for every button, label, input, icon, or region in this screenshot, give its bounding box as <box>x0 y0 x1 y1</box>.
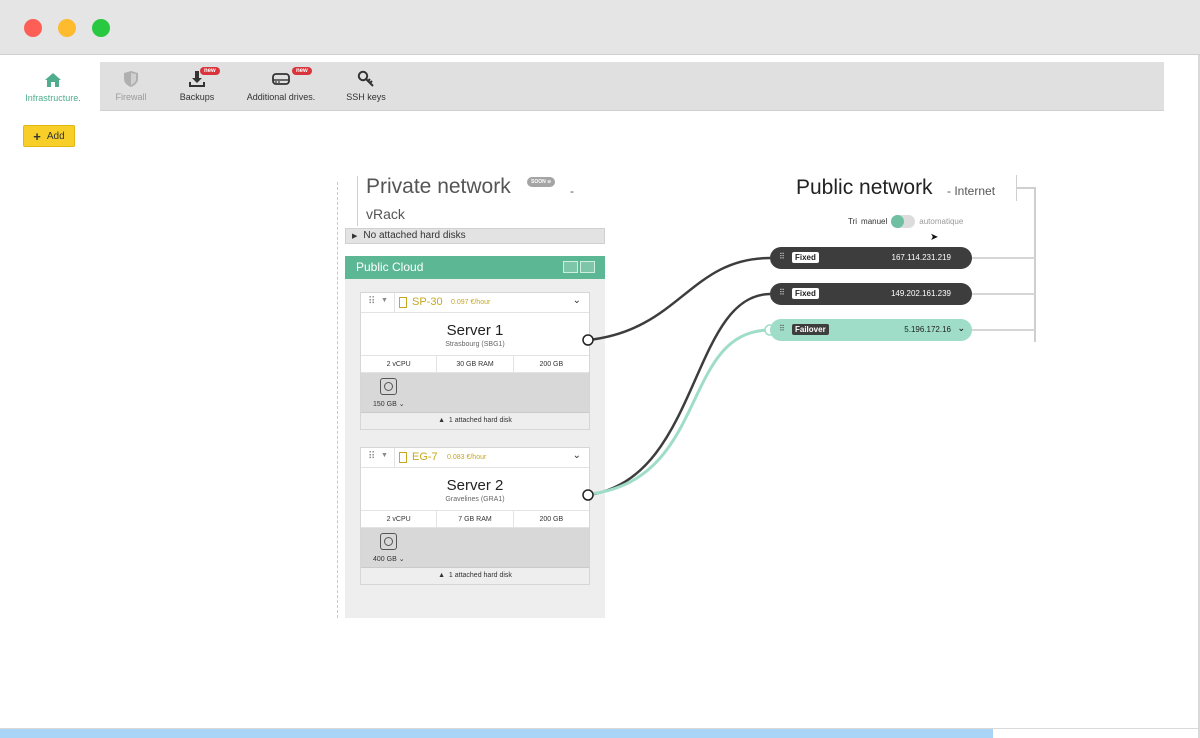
ip-address: 5.196.172.16 <box>904 325 951 334</box>
ip-pill[interactable]: ⠿ Fixed 167.114.231.219 <box>770 247 972 269</box>
link-server2-ip2 <box>587 292 771 497</box>
ip-type-label: Fixed <box>792 252 819 263</box>
ip-pill-failover[interactable]: ⠿ Failover 5.196.172.16 ⌄ <box>770 319 972 341</box>
drag-handle-icon[interactable]: ⠿ <box>779 288 785 297</box>
chevron-down-icon[interactable]: ⌄ <box>957 323 965 334</box>
ip-type-label: Failover <box>792 324 829 335</box>
link-server1-ip1 <box>587 256 771 342</box>
ip-type-label: Fixed <box>792 288 819 299</box>
connector-dot <box>582 489 594 501</box>
drag-handle-icon[interactable]: ⠿ <box>779 252 785 261</box>
drag-handle-icon[interactable]: ⠿ <box>779 324 785 333</box>
ip-pill[interactable]: ⠿ Fixed 149.202.161.239 <box>770 283 972 305</box>
connection-links <box>582 256 776 501</box>
connector-dot <box>582 334 594 346</box>
ip-address: 167.114.231.219 <box>891 253 951 262</box>
ip-trunk-connector <box>972 293 1035 295</box>
ip-address: 149.202.161.239 <box>890 289 951 298</box>
ip-trunk-connector <box>972 329 1035 331</box>
ip-trunk-connector <box>972 257 1035 259</box>
